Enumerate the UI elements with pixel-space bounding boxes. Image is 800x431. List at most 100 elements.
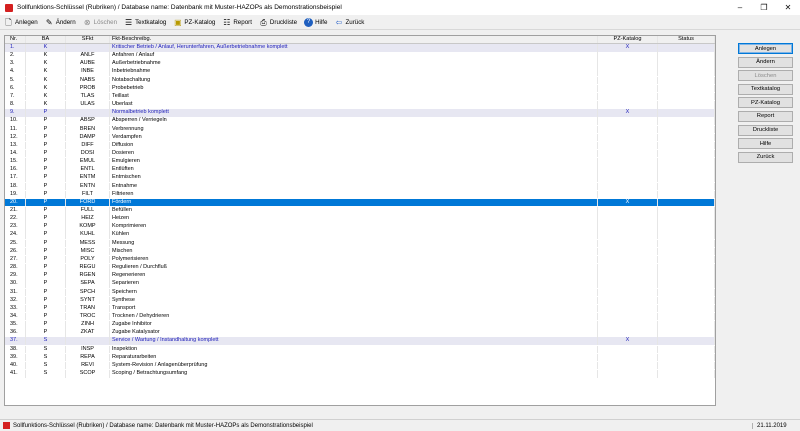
cell-sfkt: FÖRD	[66, 198, 110, 207]
side-button-zur-ck[interactable]: Zurück	[738, 151, 793, 163]
cell-sfkt: ÜLAS	[66, 101, 110, 109]
cell-desc: Verbrennung	[110, 125, 598, 133]
toolbar-button-anlegen[interactable]: 🗋 Anlegen	[4, 18, 37, 27]
cell-pz	[598, 288, 658, 296]
app-icon[interactable]	[5, 3, 13, 12]
table-row[interactable]: 37. S Service / Wartung / Instandhaltung k…	[5, 337, 715, 345]
cell-sfkt: TRAN	[66, 304, 110, 313]
table-row[interactable]: 18. P ENTN Entnahme	[5, 182, 715, 191]
table-row[interactable]: 30. P SEPA Separieren	[5, 280, 715, 288]
side-button-l-schen[interactable]: Löschen	[738, 70, 793, 82]
rubrik-table[interactable]: Nr. BA SFkt Fkt-Beschreibg. PZ-Katalog S…	[4, 35, 716, 406]
table-row[interactable]: 31. P SPCH Speichern	[5, 288, 715, 296]
table-row[interactable]: 36. P ZKAT Zugabe Katalysator	[5, 329, 715, 337]
toolbar-button-druckliste[interactable]: ⎙ Druckliste	[259, 18, 297, 27]
table-row[interactable]: 15. P EMUL Emulgieren	[5, 158, 715, 166]
toolbar-button-label: Zurück	[345, 18, 365, 26]
cell-status	[658, 264, 715, 272]
column-header-status[interactable]: Status	[658, 36, 715, 43]
table-row[interactable]: 34. P TROC Trocknen / Dehydrieren	[5, 312, 715, 321]
table-row[interactable]: 26. P MISC Mischen	[5, 247, 715, 256]
table-row[interactable]: 28. P REGU Regulieren / Durchfluß	[5, 264, 715, 272]
cell-desc: Messung	[110, 239, 598, 248]
cell-pz	[598, 101, 658, 109]
cell-ba: P	[26, 182, 66, 191]
cell-desc: Entlüften	[110, 166, 598, 174]
side-button-textkatalog[interactable]: Textkatalog	[738, 83, 793, 95]
toolbar-button-label: Textkatalog	[135, 18, 167, 26]
table-row[interactable]: 25. P MESS Messung	[5, 239, 715, 248]
cell-nr: 30.	[5, 280, 26, 288]
table-row[interactable]: 14. P DOSI Dosieren	[5, 149, 715, 158]
table-row[interactable]: 2. K ANLF Anfahren / Anlauf	[5, 52, 715, 60]
table-row[interactable]: 17. P ENTM Entmischen	[5, 174, 715, 182]
table-row[interactable]: 22. P HEIZ Heizen	[5, 215, 715, 223]
table-row[interactable]: 1. K Kritischer Betrieb / Anlauf, Herunter…	[5, 44, 715, 52]
side-button--ndern[interactable]: Ändern	[738, 56, 793, 68]
table-row[interactable]: 8. K ÜLAS Überlast	[5, 101, 715, 109]
column-header-sfkt[interactable]: SFkt	[66, 36, 110, 43]
table-row[interactable]: 35. P ZINH Zugabe Inhibitor	[5, 321, 715, 329]
table-row[interactable]: 33. P TRAN Transport	[5, 304, 715, 313]
table-row[interactable]: 29. P RGEN Regenerieren	[5, 272, 715, 280]
table-row[interactable]: 10. P ABSP Absperren / Verriegeln	[5, 117, 715, 125]
table-row[interactable]: 38. S INSP Inspektion	[5, 345, 715, 354]
cell-pz	[598, 84, 658, 93]
side-button-druckliste[interactable]: Druckliste	[738, 124, 793, 136]
table-row[interactable]: 21. P FÜLL Befüllen	[5, 207, 715, 215]
table-row[interactable]: 5. K NABS Notabschaltung	[5, 76, 715, 85]
column-header-pz-katalog[interactable]: PZ-Katalog	[598, 36, 658, 43]
cell-status	[658, 247, 715, 256]
column-header-nr[interactable]: Nr.	[5, 36, 26, 43]
table-row[interactable]: 24. P KÜHL Kühlen	[5, 231, 715, 239]
help-icon: ?	[304, 17, 314, 27]
cell-desc: Befüllen	[110, 207, 598, 215]
table-row[interactable]: 4. K INBE Inbetriebnahme	[5, 68, 715, 76]
cell-nr: 28.	[5, 264, 26, 272]
cell-sfkt: POLY	[66, 255, 110, 264]
maximize-button[interactable]: ❐	[752, 0, 776, 15]
table-row[interactable]: 9. P Normalbetrieb komplett X	[5, 109, 715, 117]
table-row[interactable]: 40. S REVI System-Revision / Anlagenüberprü…	[5, 361, 715, 370]
cell-pz	[598, 312, 658, 321]
cell-status	[658, 158, 715, 166]
table-row[interactable]: 6. K PROB Probebetrieb	[5, 84, 715, 93]
table-row[interactable]: 19. P FILT Filtrieren	[5, 190, 715, 199]
cell-desc: Absperren / Verriegeln	[110, 117, 598, 125]
table-row[interactable]: 23. P KOMP Komprimieren	[5, 223, 715, 231]
table-row[interactable]: 41. S SCOP Scoping / Betrachtungsumfang	[5, 370, 715, 378]
table-row[interactable]: 20. P FÖRD Fördern X	[5, 198, 715, 207]
side-button-pz-katalog[interactable]: PZ-Katalog	[738, 97, 793, 109]
toolbar-button-zur-ck[interactable]: ⇦ Zurück	[334, 18, 365, 27]
table-row[interactable]: 39. S REPA Reparaturarbeiten	[5, 353, 715, 362]
toolbar-button-l-schen[interactable]: ⊗ Löschen	[83, 18, 117, 27]
title-bar: Sollfunktions-Schlüssel (Rubriken) / Dat…	[0, 0, 800, 15]
side-button-anlegen[interactable]: Anlegen	[738, 43, 793, 54]
table-row[interactable]: 32. P SYNT Synthese	[5, 296, 715, 305]
close-button[interactable]: ✕	[776, 0, 800, 15]
table-row[interactable]: 16. P ENTL Entlüften	[5, 166, 715, 174]
cell-nr: 40.	[5, 361, 26, 370]
cell-pz	[598, 158, 658, 166]
toolbar-button-report[interactable]: ☷ Report	[222, 18, 252, 27]
cell-desc: Mischen	[110, 247, 598, 256]
table-header: Nr. BA SFkt Fkt-Beschreibg. PZ-Katalog S…	[5, 36, 715, 44]
table-row[interactable]: 3. K AUBE Außerbetriebnahme	[5, 60, 715, 68]
cell-sfkt	[66, 109, 110, 117]
column-header-description[interactable]: Fkt-Beschreibg.	[110, 36, 598, 43]
minimize-button[interactable]: –	[728, 0, 752, 15]
cell-sfkt: MESS	[66, 239, 110, 248]
cell-desc: Entnahme	[110, 182, 598, 191]
toolbar-button-pz-katalog[interactable]: ▣ PZ-Katalog	[173, 18, 215, 27]
table-row[interactable]: 27. P POLY Polymerisieren	[5, 255, 715, 264]
table-row[interactable]: 7. K TLAS Teillast	[5, 92, 715, 101]
column-header-ba[interactable]: BA	[26, 36, 66, 43]
toolbar-button-hilfe[interactable]: ? Hilfe	[304, 17, 327, 27]
table-row[interactable]: 11. P BREN Verbrennung	[5, 125, 715, 133]
toolbar-button-textkatalog[interactable]: ☰ Textkatalog	[124, 18, 166, 27]
toolbar-button--ndern[interactable]: ✎ Ändern	[45, 18, 76, 27]
side-button-hilfe[interactable]: Hilfe	[738, 138, 793, 150]
table-row[interactable]: 12. P DAMP Verdampfen	[5, 133, 715, 142]
table-row[interactable]: 13. P DIFF Diffusion	[5, 141, 715, 150]
side-button-report[interactable]: Report	[738, 110, 793, 122]
